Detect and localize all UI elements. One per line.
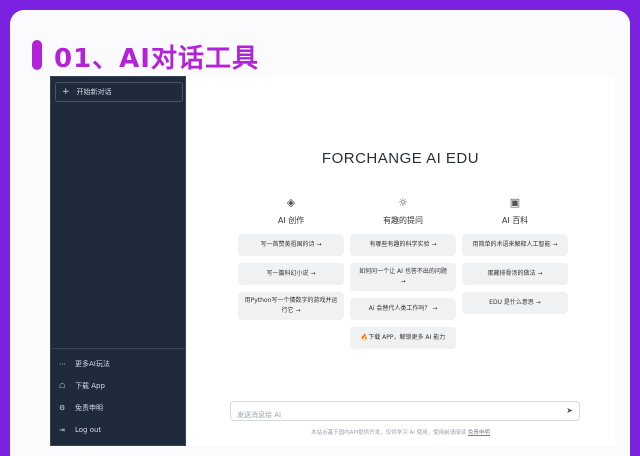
prompt-chip[interactable]: 用Python写一个猜数字的游戏并运行它 → [238, 292, 344, 320]
footer-notice: 本站点基于国内API提供开发，仅供学习 AI 使用，使用前请阅读 免责申明 [186, 428, 615, 436]
footer-text: 本站点基于国内API提供开发，仅供学习 AI 使用，使用前请阅读 [311, 430, 467, 436]
prompt-chip[interactable]: 有哪些有趣的科学实验 → [350, 234, 456, 256]
column-title: 有趣的提问 [383, 216, 423, 225]
sidebar-item-label: 免责申明 [75, 404, 103, 412]
message-input[interactable] [231, 406, 551, 424]
prompt-chip[interactable]: EDU 是什么意思 → [462, 292, 568, 314]
app-icon: ☖ [59, 382, 66, 390]
sidebar: + 开始新对话 ⋯ 更多AI玩法 ☖ 下载 App ⚙ 免责申明 ⇥ Log o… [50, 76, 186, 446]
column-fun-questions: ☼ 有趣的提问 有哪些有趣的科学实验 → 如何问一个让 AI 也答不出的问题 →… [350, 196, 456, 356]
plus-icon: + [62, 87, 70, 97]
sidebar-item-more[interactable]: ⋯ 更多AI玩法 [51, 353, 185, 375]
logout-icon: ⇥ [59, 426, 65, 434]
prompt-chip[interactable]: 如何问一个让 AI 也答不出的问题 → [350, 263, 456, 291]
prompt-chip[interactable]: 写一首赞美祖国的诗 → [238, 234, 344, 256]
send-icon[interactable]: ➤ [566, 406, 573, 415]
message-input-box: ➤ [230, 401, 580, 424]
sidebar-item-label: Log out [75, 426, 102, 434]
sidebar-item-logout[interactable]: ⇥ Log out [51, 419, 185, 441]
column-title: AI 百科 [501, 216, 529, 225]
brand-title: FORCHANGE AI EDU [321, 150, 480, 167]
layers-icon: ◈ [286, 196, 296, 209]
prompt-chip[interactable]: 蛋藏排骨汤的做法 → [462, 263, 568, 285]
sidebar-menu: ⋯ 更多AI玩法 ☖ 下载 App ⚙ 免责申明 ⇥ Log out [51, 348, 185, 441]
lightbulb-icon: ☼ [398, 196, 408, 209]
app-screenshot: + 开始新对话 ⋯ 更多AI玩法 ☖ 下载 App ⚙ 免责申明 ⇥ Log o… [50, 76, 615, 446]
sidebar-item-download[interactable]: ☖ 下载 App [51, 375, 185, 397]
new-chat-label: 开始新对话 [76, 88, 112, 96]
download-app-chip[interactable]: 🔥下载 APP，解锁更多 AI 能力 [350, 327, 456, 349]
sidebar-item-label: 下载 App [75, 382, 105, 390]
new-chat-button[interactable]: + 开始新对话 [55, 82, 183, 102]
column-title: AI 创作 [277, 216, 305, 225]
title-accent-bar [32, 40, 42, 70]
prompt-chip[interactable]: 写一篇科幻小说 → [238, 263, 344, 285]
slide-title: 01、AI对话工具 [54, 44, 259, 74]
prompt-chip[interactable]: Ai 会替代人类工作吗？ → [350, 298, 456, 320]
chat-main: FORCHANGE AI EDU ◈ AI 创作 写一首赞美祖国的诗 → 写一篇… [186, 76, 615, 446]
column-ai-creation: ◈ AI 创作 写一首赞美祖国的诗 → 写一篇科幻小说 → 用Python写一个… [238, 196, 344, 327]
disclaimer-link[interactable]: 免责申明 [468, 430, 490, 436]
sidebar-item-label: 更多AI玩法 [75, 360, 110, 368]
book-icon: ▣ [509, 196, 521, 209]
sidebar-item-disclaimer[interactable]: ⚙ 免责申明 [51, 397, 185, 419]
ellipsis-icon: ⋯ [59, 360, 66, 368]
prompt-chip[interactable]: 用简单的术语来解释人工智能 → [462, 234, 568, 256]
gear-icon: ⚙ [59, 404, 66, 412]
column-ai-encyclopedia: ▣ AI 百科 用简单的术语来解释人工智能 → 蛋藏排骨汤的做法 → EDU 是… [462, 196, 568, 321]
